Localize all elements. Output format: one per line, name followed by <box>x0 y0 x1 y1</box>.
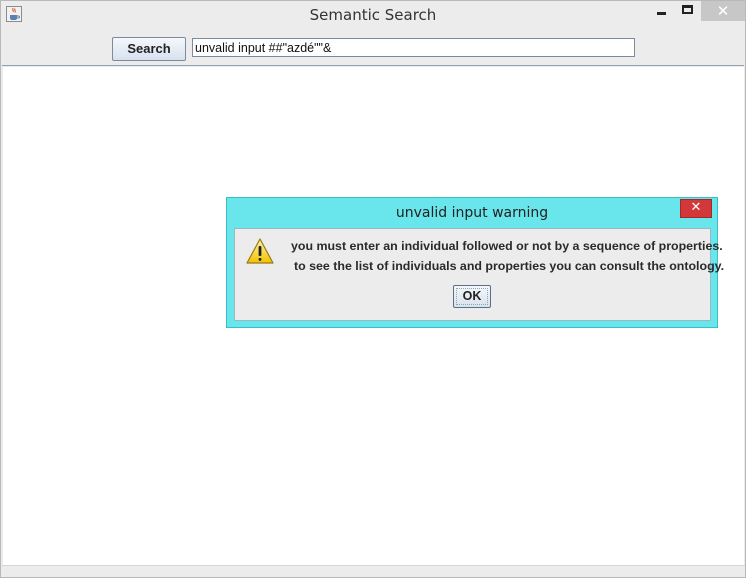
warning-icon <box>245 237 275 265</box>
window-title: Semantic Search <box>309 6 437 24</box>
minimize-icon <box>657 12 666 15</box>
search-button[interactable]: Search <box>112 37 186 61</box>
title-bar[interactable]: Semantic Search ✕ <box>1 1 745 29</box>
close-window-button[interactable]: ✕ <box>701 1 745 21</box>
close-icon: ✕ <box>716 2 730 20</box>
dialog-title: unvalid input warning <box>395 205 549 221</box>
minimize-button[interactable] <box>649 1 675 21</box>
dialog-message-line1: you must enter an individual followed or… <box>291 239 723 253</box>
search-input[interactable]: unvalid input ##"azdé""& <box>192 38 635 57</box>
dialog-message-line2: to see the list of individuals and prope… <box>294 259 725 273</box>
focus-ring <box>456 288 488 305</box>
dialog-body: you must enter an individual followed or… <box>234 228 724 321</box>
dialog-close-button[interactable]: ✕ <box>680 199 712 218</box>
status-bar <box>2 565 745 577</box>
ok-button[interactable]: OK <box>453 285 491 308</box>
maximize-icon <box>682 5 693 14</box>
maximize-button[interactable] <box>675 1 701 21</box>
warning-dialog: unvalid input warning ✕ you must enter a… <box>226 197 724 328</box>
search-bar: Search unvalid input ##"azdé""& <box>2 29 744 66</box>
